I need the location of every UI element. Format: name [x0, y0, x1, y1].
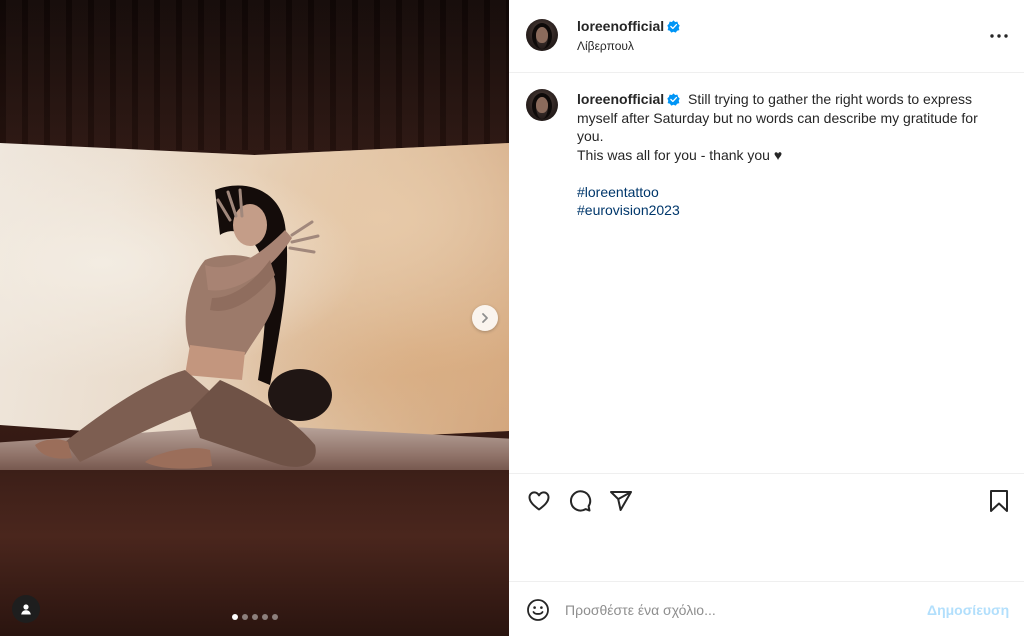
caption-avatar[interactable] — [526, 89, 558, 121]
caption-line: Still trying to gather the right words t… — [688, 91, 973, 107]
verified-badge-icon — [667, 93, 680, 106]
caption-line: you. — [577, 128, 604, 144]
like-button[interactable] — [526, 488, 552, 514]
avatar[interactable] — [526, 19, 558, 51]
bookmark-icon — [990, 490, 1008, 512]
stage-curtain — [0, 0, 509, 150]
chevron-right-icon — [482, 313, 488, 323]
location-link[interactable]: Λίβερπουλ — [577, 39, 634, 53]
carousel-dot — [271, 614, 278, 620]
verified-badge-icon — [667, 19, 680, 33]
comment-input[interactable] — [565, 596, 915, 624]
caption-line: This was all for you - thank you ♥ — [577, 146, 783, 163]
emoji-icon — [527, 599, 549, 621]
caption-username-link[interactable]: loreenofficial — [577, 91, 664, 107]
post-header: loreenofficial Λίβερπουλ — [509, 0, 1024, 73]
hashtag-link[interactable]: #loreentattoo — [577, 183, 1007, 202]
carousel-indicator — [0, 614, 509, 620]
hashtag-link[interactable]: #eurovision2023 — [577, 201, 1007, 220]
comment-icon — [569, 490, 592, 512]
post-comment-button[interactable]: Δημοσίευση — [927, 602, 1009, 618]
emoji-button[interactable] — [526, 598, 552, 624]
username-link[interactable]: loreenofficial — [577, 18, 664, 34]
performer-figure — [35, 185, 332, 469]
heart-icon — [528, 491, 550, 511]
share-button[interactable] — [608, 488, 634, 514]
carousel-next-button[interactable] — [472, 305, 498, 331]
save-button[interactable] — [986, 488, 1012, 514]
carousel-dot — [251, 614, 258, 620]
caption: loreenofficial Still trying to gather th… — [577, 90, 1007, 220]
carousel-dot — [261, 614, 268, 620]
carousel-dot — [241, 614, 248, 620]
carousel-dot — [231, 614, 238, 620]
comment-button[interactable] — [567, 488, 593, 514]
tagged-users-button[interactable] — [12, 595, 40, 623]
share-icon — [610, 491, 632, 511]
post-details-panel: loreenofficial Λίβερπουλ loreenofficial — [509, 0, 1024, 636]
caption-area: loreenofficial Still trying to gather th… — [509, 73, 1024, 473]
comment-bar: Δημοσίευση — [509, 581, 1024, 636]
caption-line: myself after Saturday but no words can d… — [577, 109, 978, 126]
post-actions — [509, 473, 1024, 581]
more-options-button[interactable] — [987, 26, 1011, 46]
post-media[interactable] — [0, 0, 509, 636]
stage-front — [0, 470, 509, 636]
header-user: loreenofficial — [577, 18, 680, 34]
more-options-icon — [990, 34, 1008, 38]
user-icon — [21, 604, 31, 615]
